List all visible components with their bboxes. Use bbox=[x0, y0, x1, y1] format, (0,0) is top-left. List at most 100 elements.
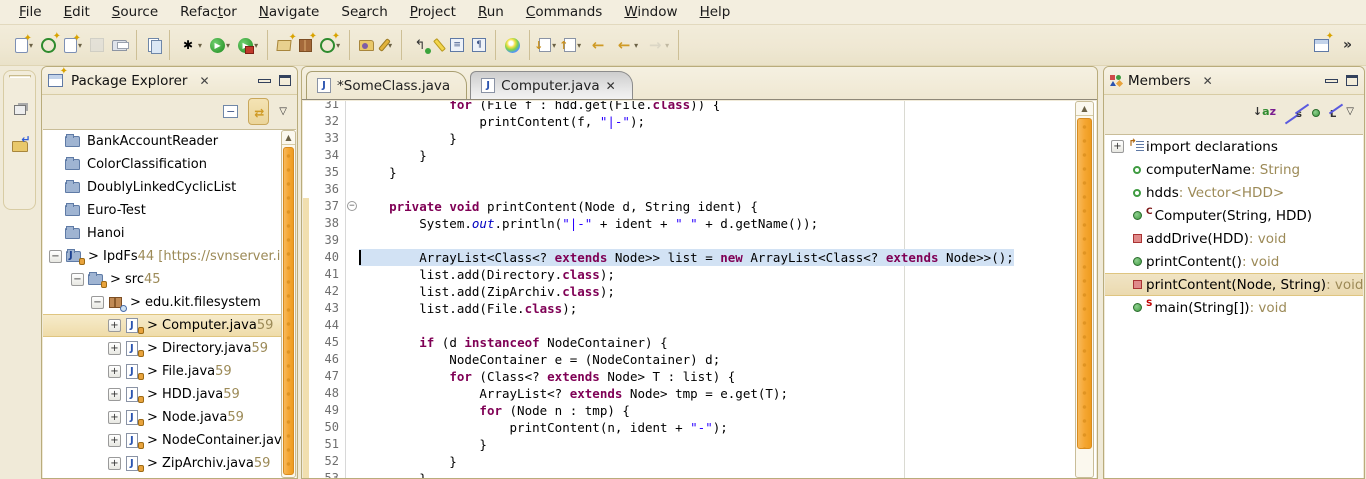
maximize-button[interactable] bbox=[1346, 75, 1358, 86]
code-line-31[interactable]: 31 for (File f : hdd.get(File.class)) { bbox=[303, 101, 1070, 113]
menu-item-window[interactable]: Window bbox=[613, 1, 688, 23]
menu-item-run[interactable]: Run bbox=[467, 1, 515, 23]
scrollbar-thumb[interactable] bbox=[283, 147, 294, 475]
drag-handle[interactable] bbox=[9, 75, 31, 78]
dropdown-arrow-icon[interactable]: ▾ bbox=[198, 41, 202, 50]
open-documents-button[interactable] bbox=[144, 36, 162, 54]
open-perspective-button[interactable] bbox=[1314, 39, 1329, 52]
collapse-all-button[interactable]: − bbox=[223, 105, 238, 118]
tree-item-src[interactable]: −> src 45 bbox=[43, 268, 296, 291]
fold-column[interactable]: − bbox=[345, 198, 359, 215]
new-view-wizard-button[interactable]: ▾ bbox=[62, 36, 84, 55]
close-icon[interactable]: ✕ bbox=[606, 79, 616, 93]
menu-item-source[interactable]: Source bbox=[101, 1, 169, 23]
tree-item-euro-test[interactable]: Euro-Test bbox=[43, 199, 296, 222]
package-explorer-tab[interactable]: Package Explorer ✕ bbox=[48, 73, 210, 89]
view-menu-button[interactable]: ▽ bbox=[279, 106, 287, 117]
menu-item-help[interactable]: Help bbox=[689, 1, 742, 23]
dropdown-arrow-icon[interactable]: ▾ bbox=[665, 41, 669, 50]
tree-item-ipdfs[interactable]: −J> IpdFs 44 [https://svnserver.i bbox=[43, 245, 296, 268]
member-item-hdds[interactable]: hdds : Vector<HDD> bbox=[1105, 181, 1363, 204]
menu-item-commands[interactable]: Commands bbox=[515, 1, 613, 23]
expander-icon[interactable]: + bbox=[108, 319, 121, 332]
member-item-import declarations[interactable]: +import declarations bbox=[1105, 135, 1363, 158]
code-line-47[interactable]: 47 for (Class<? extends Node> T : list) … bbox=[303, 368, 1070, 385]
maximize-button[interactable] bbox=[279, 75, 291, 86]
hide-nonpublic-toggle[interactable] bbox=[1312, 102, 1320, 121]
expander-icon[interactable]: + bbox=[1111, 140, 1124, 153]
view-menu-button[interactable]: ▽ bbox=[1346, 106, 1354, 117]
toolbar-overflow-chevron[interactable]: » bbox=[1343, 37, 1350, 53]
expander-icon[interactable]: − bbox=[71, 273, 84, 286]
tree-item-computer.java[interactable]: +> Computer.java 59 bbox=[43, 314, 296, 337]
link-with-editor-toggle[interactable]: ⇄ bbox=[248, 98, 269, 125]
code-line-52[interactable]: 52 } bbox=[303, 453, 1070, 470]
code-line-38[interactable]: 38 System.out.println("|-" + ident + " "… bbox=[303, 215, 1070, 232]
package-explorer-tree[interactable]: BankAccountReaderColorClassificationDoub… bbox=[43, 129, 296, 478]
tree-item-doublylinkedcycliclist[interactable]: DoublyLinkedCyclicList bbox=[43, 176, 296, 199]
member-item-printcontent[interactable]: printContent(Node, String) : void bbox=[1105, 273, 1363, 296]
editor-scrollbar[interactable]: ▲ bbox=[1075, 101, 1094, 478]
print-button[interactable] bbox=[110, 38, 129, 53]
code-line-40[interactable]: 40 ArrayList<Class<? extends Node>> list… bbox=[303, 249, 1070, 266]
member-item-computername[interactable]: computerName : String bbox=[1105, 158, 1363, 181]
code-line-33[interactable]: 33 } bbox=[303, 130, 1070, 147]
expander-icon[interactable]: + bbox=[108, 388, 121, 401]
hide-static-toggle[interactable]: s bbox=[1296, 102, 1302, 121]
menu-item-edit[interactable]: Edit bbox=[53, 1, 101, 23]
last-edit-location-button[interactable]: ← bbox=[587, 34, 609, 56]
tree-item-colorclassification[interactable]: ColorClassification bbox=[43, 153, 296, 176]
minimize-button[interactable] bbox=[1325, 79, 1338, 83]
expander-icon[interactable]: − bbox=[49, 250, 62, 263]
dropdown-arrow-icon[interactable]: ▾ bbox=[577, 41, 581, 50]
tree-item-edu.kit.filesystem[interactable]: −> edu.kit.filesystem bbox=[43, 291, 296, 314]
show-whitespace-button[interactable]: ¶ bbox=[470, 36, 488, 54]
goto-declaration-button[interactable]: ↰ bbox=[409, 34, 431, 56]
new-package-button[interactable] bbox=[297, 37, 314, 54]
member-item-adddrive[interactable]: addDrive(HDD) : void bbox=[1105, 227, 1363, 250]
run-button[interactable]: ▶▾ bbox=[208, 36, 232, 55]
expander-icon[interactable]: + bbox=[108, 365, 121, 378]
debug-button[interactable]: ✱▾ bbox=[177, 34, 204, 56]
color-palette-button[interactable] bbox=[503, 36, 522, 55]
sort-button[interactable]: ↓az bbox=[1253, 105, 1276, 118]
code-lines[interactable]: 31 for (File f : hdd.get(File.class)) {3… bbox=[303, 101, 1070, 478]
code-line-32[interactable]: 32 printContent(f, "|-"); bbox=[303, 113, 1070, 130]
menu-item-file[interactable]: File bbox=[8, 1, 53, 23]
code-line-48[interactable]: 48 ArrayList<? extends Node> tmp = e.get… bbox=[303, 385, 1070, 402]
tree-item-file.java[interactable]: +> File.java 59 bbox=[43, 360, 296, 383]
show-selected-element-button[interactable]: ≡ bbox=[448, 36, 466, 54]
code-line-35[interactable]: 35 } bbox=[303, 164, 1070, 181]
editor-tab-computer.java[interactable]: JComputer.java✕ bbox=[470, 71, 633, 99]
restore-views-button[interactable] bbox=[10, 100, 30, 120]
expander-icon[interactable]: + bbox=[108, 457, 121, 470]
code-line-53[interactable]: 53 } bbox=[303, 470, 1070, 478]
previous-annotation-button[interactable]: ▾ bbox=[562, 36, 583, 54]
code-line-42[interactable]: 42 list.add(ZipArchiv.class); bbox=[303, 283, 1070, 300]
dropdown-arrow-icon[interactable]: ▾ bbox=[226, 41, 230, 50]
minimized-view-button[interactable] bbox=[10, 136, 30, 156]
dropdown-arrow-icon[interactable]: ▾ bbox=[634, 41, 638, 50]
expander-icon[interactable]: − bbox=[91, 296, 104, 309]
tree-item-bankaccountreader[interactable]: BankAccountReader bbox=[43, 130, 296, 153]
dropdown-arrow-icon[interactable]: ▾ bbox=[552, 41, 556, 50]
code-line-46[interactable]: 46 NodeContainer e = (NodeContainer) d; bbox=[303, 351, 1070, 368]
expander-icon[interactable]: + bbox=[108, 411, 121, 424]
code-line-43[interactable]: 43 list.add(File.class); bbox=[303, 300, 1070, 317]
next-annotation-button[interactable]: ▾ bbox=[537, 36, 558, 54]
new-wizard-button[interactable]: ▾ bbox=[13, 36, 35, 55]
members-tab[interactable]: Members ✕ bbox=[1110, 73, 1213, 89]
tree-item-hanoi[interactable]: Hanoi bbox=[43, 222, 296, 245]
import-wizard-button[interactable] bbox=[275, 38, 293, 53]
editor-tab-someclass.java[interactable]: J*SomeClass.java bbox=[306, 71, 467, 99]
scroll-up-arrow[interactable]: ▲ bbox=[282, 131, 295, 145]
hide-local-types-toggle[interactable]: L bbox=[1330, 102, 1336, 121]
code-line-50[interactable]: 50 printContent(n, ident + "-"); bbox=[303, 419, 1070, 436]
tree-item-hdd.java[interactable]: +> HDD.java 59 bbox=[43, 383, 296, 406]
tree-item-ziparchiv.java[interactable]: +> ZipArchiv.java 59 bbox=[43, 452, 296, 475]
mark-occurrences-button[interactable] bbox=[435, 36, 444, 54]
member-item-computer[interactable]: CComputer(String, HDD) bbox=[1105, 204, 1363, 227]
code-line-45[interactable]: 45 if (d instanceof NodeContainer) { bbox=[303, 334, 1070, 351]
tree-item-directory.java[interactable]: +> Directory.java 59 bbox=[43, 337, 296, 360]
code-line-44[interactable]: 44 bbox=[303, 317, 1070, 334]
